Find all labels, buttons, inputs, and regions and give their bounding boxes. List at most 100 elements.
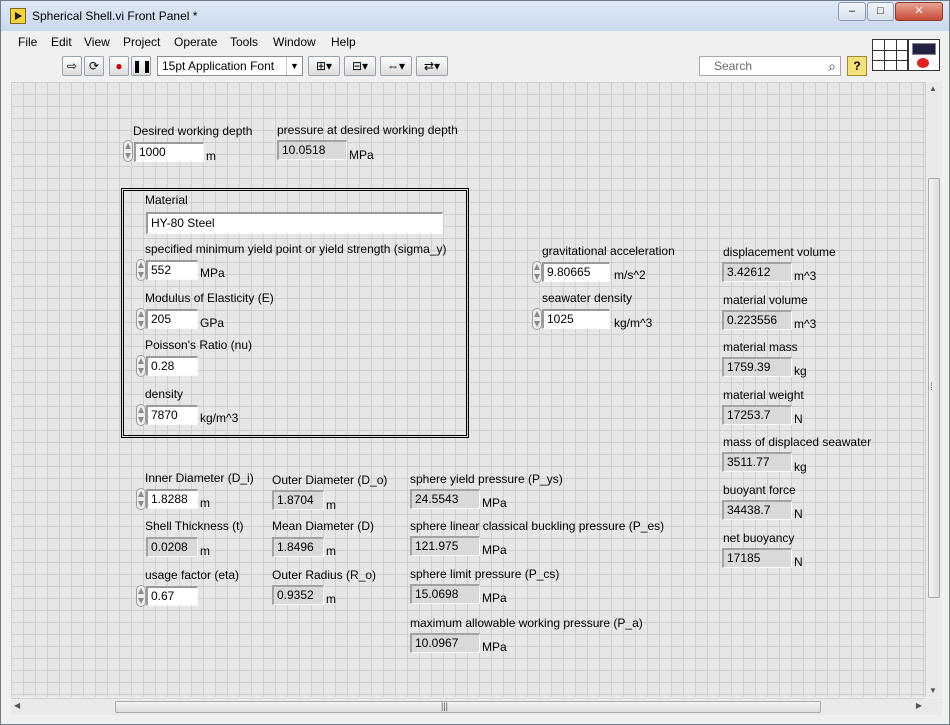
resize-objects-icon[interactable]: ⇔▾: [380, 56, 412, 76]
labview-app-icon: [10, 8, 26, 24]
pressure-depth-indicator: 10.0518: [277, 140, 347, 160]
displacement-volume-indicator: 3.42612: [722, 262, 792, 282]
close-button[interactable]: ✕: [895, 2, 943, 21]
modulus-spinner[interactable]: [136, 308, 146, 330]
yield-strength-input[interactable]: 552: [146, 260, 198, 280]
material-weight-indicator: 17253.7: [722, 405, 792, 425]
scroll-up-icon[interactable]: ▲: [929, 84, 937, 93]
mean-diameter-label: Mean Diameter (D): [272, 519, 375, 533]
displaced-mass-unit: kg: [794, 460, 807, 474]
resize-grip-icon[interactable]: [925, 698, 942, 715]
density-spinner[interactable]: [136, 404, 146, 426]
toolbar: ⇨ ⟳ ● ❚❚ 15pt Application Font ▼ ⊞▾ ⊟▾ ⇔…: [1, 53, 869, 79]
usage-factor-spinner[interactable]: [136, 585, 146, 607]
material-weight-unit: N: [794, 412, 803, 426]
font-select-value: 15pt Application Font: [162, 59, 275, 73]
menu-file[interactable]: File: [18, 35, 37, 49]
title-bar[interactable]: Spherical Shell.vi Front Panel * – □ ✕: [1, 1, 949, 31]
menu-view[interactable]: View: [84, 35, 110, 49]
poisson-input[interactable]: 0.28: [146, 356, 198, 376]
scroll-down-icon[interactable]: ▼: [929, 686, 937, 695]
usage-factor-input[interactable]: 0.67: [146, 586, 198, 606]
search-icon[interactable]: ⌕: [828, 57, 836, 75]
yield-pressure-unit: MPa: [482, 496, 507, 510]
working-depth-label: Desired working depth: [133, 124, 253, 138]
vi-icon-mark: [917, 58, 929, 68]
inner-diameter-unit: m: [200, 496, 210, 510]
vertical-scrollbar[interactable]: ▲ ⁞ ▼: [925, 82, 942, 697]
scroll-left-icon[interactable]: ◀: [14, 701, 20, 710]
menu-bar: File Edit View Project Operate Tools Win…: [1, 31, 949, 53]
outer-diameter-label: Outer Diameter (D_o): [272, 473, 388, 487]
gravity-unit: m/s^2: [614, 268, 646, 282]
shell-thickness-label: Shell Thickness (t): [145, 519, 244, 533]
gravity-input[interactable]: 9.80665: [542, 262, 610, 282]
poisson-spinner[interactable]: [136, 355, 146, 377]
working-depth-input[interactable]: 1000: [134, 142, 204, 162]
vi-icon-screen: [912, 43, 936, 55]
reorder-icon[interactable]: ⇄▾: [416, 56, 448, 76]
maximize-button[interactable]: □: [867, 2, 894, 21]
displacement-volume-label: displacement volume: [723, 245, 836, 259]
density-input[interactable]: 7870: [146, 405, 198, 425]
pressure-depth-unit: MPa: [349, 148, 374, 162]
menu-operate[interactable]: Operate: [174, 35, 217, 49]
distribute-objects-icon[interactable]: ⊟▾: [344, 56, 376, 76]
align-objects-icon[interactable]: ⊞▾: [308, 56, 340, 76]
seawater-density-input[interactable]: 1025: [542, 309, 610, 329]
mean-diameter-unit: m: [326, 544, 336, 558]
modulus-label: Modulus of Elasticity (E): [145, 291, 274, 305]
pause-icon[interactable]: ❚❚: [131, 56, 152, 76]
net-buoyancy-unit: N: [794, 555, 803, 569]
outer-diameter-indicator: 1.8704: [272, 490, 324, 510]
minimize-button[interactable]: –: [838, 2, 866, 21]
abort-icon[interactable]: ●: [109, 56, 129, 76]
allowable-pressure-label: maximum allowable working pressure (P_a): [410, 616, 643, 630]
shell-thickness-unit: m: [200, 544, 210, 558]
menu-project[interactable]: Project: [123, 35, 160, 49]
material-mass-unit: kg: [794, 364, 807, 378]
gravity-spinner[interactable]: [532, 261, 542, 283]
run-arrow-icon[interactable]: ⇨: [62, 56, 82, 76]
modulus-unit: GPa: [200, 316, 225, 330]
outer-radius-unit: m: [326, 592, 336, 606]
working-depth-spinner[interactable]: [123, 140, 133, 162]
app-window: Spherical Shell.vi Front Panel * – □ ✕ F…: [0, 0, 950, 725]
search-input[interactable]: Search ⌕: [699, 56, 841, 76]
run-continuously-icon[interactable]: ⟳: [84, 56, 104, 76]
material-input[interactable]: HY-80 Steel: [146, 212, 443, 234]
inner-diameter-input[interactable]: 1.8288: [146, 489, 198, 509]
yield-pressure-label: sphere yield pressure (P_ys): [410, 472, 563, 486]
yield-strength-spinner[interactable]: [136, 259, 146, 281]
displaced-mass-label: mass of displaced seawater: [723, 435, 872, 449]
outer-radius-label: Outer Radius (R_o): [272, 568, 377, 582]
modulus-input[interactable]: 205: [146, 309, 198, 329]
displacement-volume-unit: m^3: [794, 269, 817, 283]
horizontal-scrollbar[interactable]: ◀ ||| ▶: [11, 698, 925, 715]
vi-icon[interactable]: [908, 39, 940, 71]
working-depth-unit: m: [206, 149, 216, 163]
menu-help[interactable]: Help: [331, 35, 356, 49]
help-icon[interactable]: ?: [847, 56, 867, 76]
menu-edit[interactable]: Edit: [51, 35, 72, 49]
buckling-pressure-label: sphere linear classical buckling pressur…: [410, 519, 665, 533]
inner-diameter-spinner[interactable]: [136, 488, 146, 510]
buckling-pressure-unit: MPa: [482, 543, 507, 557]
buckling-pressure-indicator: 121.975: [410, 536, 480, 556]
menu-tools[interactable]: Tools: [230, 35, 258, 49]
yield-strength-label: specified minimum yield point or yield s…: [145, 242, 447, 256]
font-select[interactable]: 15pt Application Font ▼: [157, 56, 303, 76]
horizontal-grip-icon: |||: [441, 701, 449, 711]
connector-pane-icon[interactable]: [872, 39, 908, 71]
search-placeholder: Search: [714, 59, 753, 73]
menu-window[interactable]: Window: [273, 35, 316, 49]
outer-diameter-unit: m: [326, 498, 336, 512]
net-buoyancy-label: net buoyancy: [723, 531, 795, 545]
scroll-right-icon[interactable]: ▶: [916, 701, 922, 710]
seawater-density-spinner[interactable]: [532, 308, 542, 330]
window-title: Spherical Shell.vi Front Panel *: [32, 9, 198, 23]
material-volume-indicator: 0.223556: [722, 310, 792, 330]
horizontal-scroll-thumb[interactable]: [115, 701, 821, 713]
density-unit: kg/m^3: [200, 411, 239, 425]
seawater-density-unit: kg/m^3: [614, 316, 653, 330]
